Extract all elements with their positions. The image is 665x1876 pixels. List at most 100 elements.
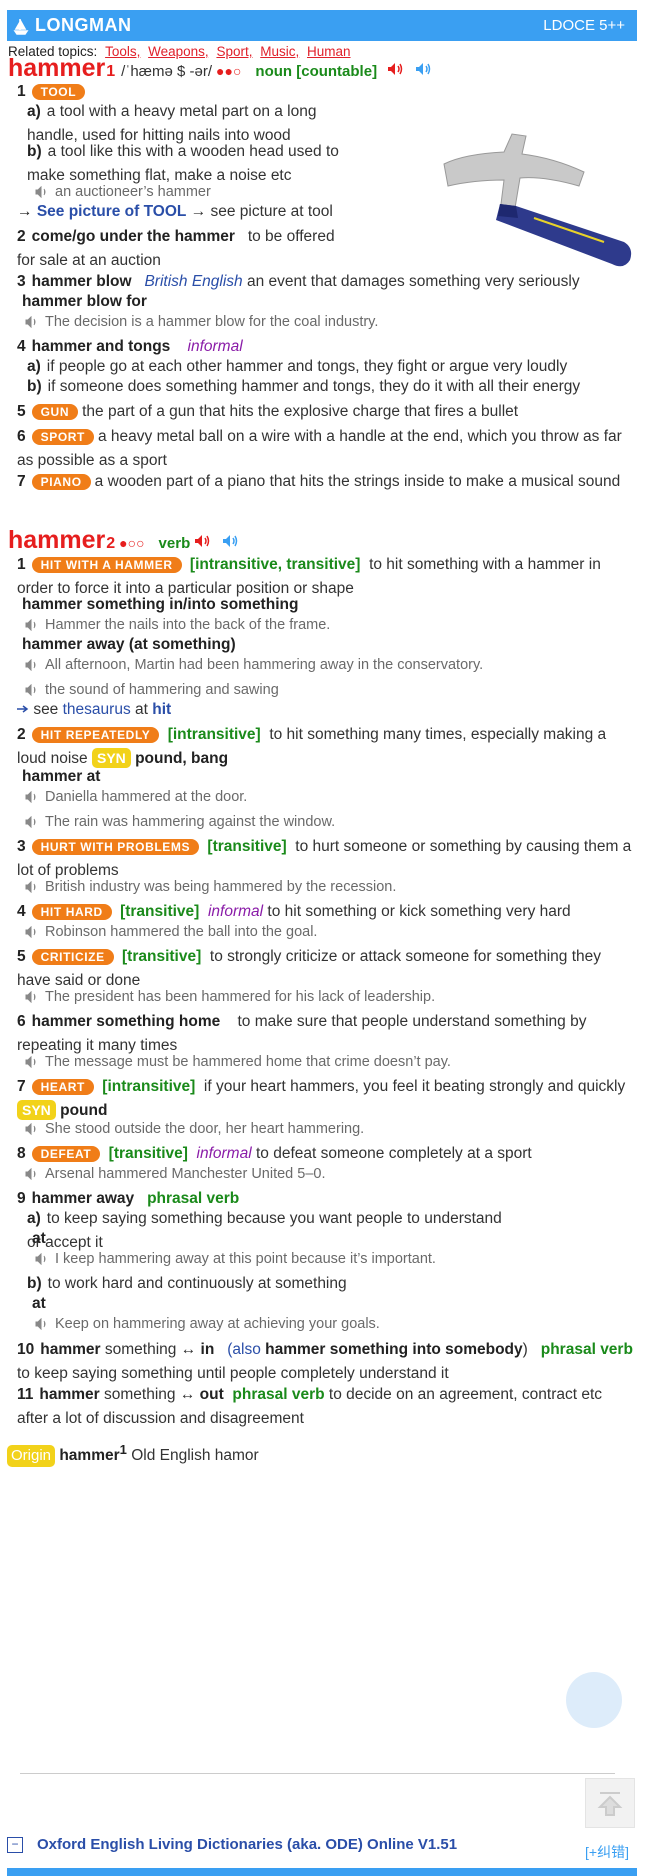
sense-7: 7 PIANO a wooden part of a piano that hits… (17, 470, 637, 494)
example-audio-icon[interactable] (25, 816, 39, 829)
definition: a tool like this with a wooden head used… (27, 143, 339, 184)
signpost-badge: HURT WITH PROBLEMS (31, 838, 200, 855)
example-text: The president has been hammered for his … (45, 989, 436, 1005)
headword-noun: hammer 1 /ˈhæmə $ -ər/ ●●○ noun [countabl… (8, 54, 433, 83)
phrase: come/go under the hammer (31, 228, 235, 245)
example-audio-icon[interactable] (25, 791, 39, 804)
example: The rain was hammering against the windo… (25, 810, 645, 834)
example-audio-icon[interactable] (25, 1123, 39, 1136)
signpost-badge: HEART (31, 1078, 94, 1095)
example: I keep hammering away at this point beca… (35, 1247, 655, 1271)
thesaurus-link[interactable]: thesaurus (63, 701, 131, 718)
verb-sense-10: 10 hammer something ↔ in (also hammer som… (17, 1338, 637, 1386)
example-audio-icon[interactable] (25, 619, 39, 632)
part-of-speech: verb (159, 535, 191, 552)
origin-row: Origin hammer1 Old English hamor (7, 1438, 627, 1468)
thesaurus-row: see thesaurus at hit (17, 698, 637, 722)
sense-number: 1 (17, 556, 26, 573)
particle: out (199, 1386, 224, 1403)
phrase: hammer away (31, 1190, 135, 1207)
report-error-link[interactable]: [+纠错] (585, 1842, 629, 1862)
grammar-code: [transitive] (122, 948, 202, 965)
example: Robinson hammered the ball into the goal… (25, 920, 645, 944)
version-label: LDOCE 5++ (543, 17, 625, 34)
verb-sense-11: 11 hammer something ↔ out phrasal verb to… (17, 1383, 637, 1431)
example: She stood outside the door, her heart ha… (25, 1117, 645, 1141)
signpost-badge: CRITICIZE (31, 948, 114, 965)
sense-number: 6 (17, 428, 26, 445)
signpost-badge: HIT WITH A HAMMER (31, 556, 182, 573)
origin-homnum: 1 (119, 1442, 127, 1457)
verb-sense-7: 7 HEART [intransitive] if your heart hamm… (17, 1075, 637, 1123)
example-text: She stood outside the door, her heart ha… (45, 1121, 365, 1137)
see-picture-target[interactable]: tool (308, 203, 333, 220)
ode-title[interactable]: Oxford English Living Dictionaries (aka.… (37, 1836, 457, 1853)
example-audio-icon[interactable] (35, 1318, 49, 1331)
sense-number: 4 (17, 903, 26, 920)
arrow-icon (17, 705, 29, 713)
example: British industry was being hammered by t… (25, 875, 645, 899)
frequency-dots: ●○○ (119, 535, 145, 551)
sense-number: 6 (17, 1013, 26, 1030)
example-audio-icon[interactable] (25, 881, 39, 894)
collapse-toggle[interactable]: − (7, 1836, 23, 1853)
sense-number: 2 (17, 726, 26, 743)
example-audio-icon[interactable] (25, 926, 39, 939)
see-picture-link[interactable]: See picture of TOOL (37, 203, 187, 220)
verb-sense-2: 2 HIT REPEATEDLY [intransitive] to hit so… (17, 723, 637, 771)
longman-logo: LONGMAN (7, 15, 132, 36)
register-label: informal (187, 338, 243, 355)
example-audio-icon[interactable] (35, 1253, 49, 1266)
at-label: at (135, 701, 148, 718)
example-audio-icon[interactable] (25, 1056, 39, 1069)
frequency-dots: ●●○ (216, 63, 242, 79)
ship-icon (13, 18, 29, 35)
sense-number: 7 (17, 473, 26, 490)
example-audio-icon[interactable] (25, 1168, 39, 1181)
example-text: The rain was hammering against the windo… (45, 814, 336, 830)
origin-badge: Origin (7, 1445, 56, 1468)
signpost-badge: TOOL (31, 83, 86, 100)
signpost-badge: HIT REPEATEDLY (31, 726, 160, 743)
sense-2: 2 come/go under the hammer to be offered … (17, 225, 337, 273)
example-text: the sound of hammering and sawing (45, 682, 279, 698)
example-audio-icon[interactable] (25, 991, 39, 1004)
subsense-label: a) (27, 358, 41, 375)
hit-link[interactable]: hit (152, 701, 171, 718)
example-text: an auctioneer’s hammer (55, 184, 211, 200)
phrase: hammer (40, 1341, 101, 1358)
part-of-speech: noun [countable] (255, 63, 377, 80)
example-text: British industry was being hammered by t… (45, 879, 397, 895)
example-audio-icon[interactable] (25, 659, 39, 672)
back-to-top-button[interactable] (585, 1778, 635, 1828)
subsense-label: b) (27, 1275, 42, 1292)
example: Daniella hammered at the door. (25, 785, 645, 809)
sense-number: 11 (17, 1386, 34, 1403)
example-text: I keep hammering away at this point beca… (55, 1251, 436, 1267)
subsense-label: a) (27, 1210, 41, 1227)
definition: an event that damages something very ser… (247, 273, 580, 290)
arrow: → (17, 203, 33, 220)
example-audio-icon[interactable] (25, 316, 39, 329)
see-label: see (33, 701, 59, 718)
example-audio-icon[interactable] (35, 186, 49, 199)
speaker-icon-american[interactable] (222, 534, 240, 548)
subsense-label: b) (27, 143, 42, 160)
example-text: The decision is a hammer blow for the co… (45, 314, 379, 330)
speaker-icon-british[interactable] (194, 534, 212, 548)
speaker-icon-british[interactable] (387, 62, 405, 76)
speaker-icon-american[interactable] (415, 62, 433, 76)
signpost-badge: DEFEAT (31, 1145, 101, 1162)
divider (20, 1773, 615, 1774)
example: Arsenal hammered Manchester United 5–0. (25, 1162, 645, 1186)
example-audio-icon[interactable] (25, 684, 39, 697)
also-label: (also (227, 1341, 261, 1358)
page: LONGMAN LDOCE 5++ Related topics: Tools,… (0, 0, 665, 1876)
signpost-badge: HIT HARD (31, 903, 112, 920)
example-text: Arsenal hammered Manchester United 5–0. (45, 1166, 326, 1182)
example-text: Robinson hammered the ball into the goal… (45, 924, 318, 940)
signpost-badge: PIANO (31, 473, 91, 490)
grammar-code: [transitive] (120, 903, 200, 920)
homnum: 1 (106, 63, 116, 80)
sense-4b: b) if someone does something hammer and t… (27, 375, 647, 399)
